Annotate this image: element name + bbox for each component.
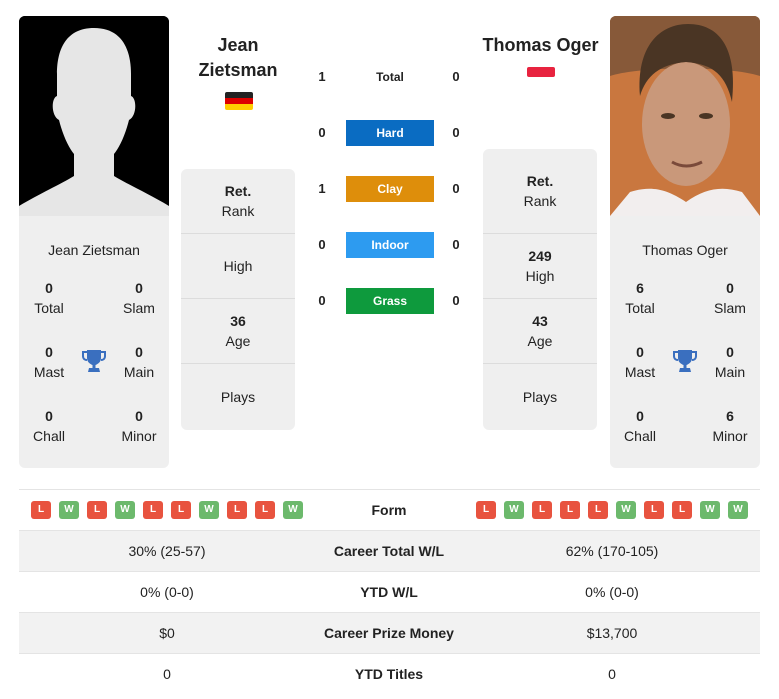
h2h-indoor-row: 0 Indoor 0 <box>300 232 480 258</box>
player1-age: 36 Age <box>181 299 295 364</box>
h2h-total-label: Total <box>376 70 404 84</box>
player1-plays: Plays <box>220 389 256 405</box>
stat-row-ytd-titles: 0 YTD Titles 0 <box>19 653 760 694</box>
form-loss-badge[interactable]: L <box>588 501 608 519</box>
h2h-hard-p2: 0 <box>452 125 460 140</box>
player2-form: LWLLLWLLWW <box>476 501 748 519</box>
player2-age: 43 Age <box>483 299 597 364</box>
form-loss-badge[interactable]: L <box>532 501 552 519</box>
player2-ytd-wl: 0% (0-0) <box>585 584 639 600</box>
trophy-icon <box>82 348 106 374</box>
form-row: LWLWLLWLLW Form LWLLLWLLWW <box>19 489 760 530</box>
form-loss-badge[interactable]: L <box>87 501 107 519</box>
player1-prize-money: $0 <box>159 625 175 641</box>
form-loss-badge[interactable]: L <box>227 501 247 519</box>
player1-titles-main: 0 Main <box>123 344 155 380</box>
player1-name[interactable]: Jean Zietsman <box>181 33 295 83</box>
h2h-grass-row: 0 Grass 0 <box>300 288 480 314</box>
surface-indoor-badge[interactable]: Indoor <box>346 232 434 258</box>
player2-name[interactable]: Thomas Oger <box>478 33 603 58</box>
player2-titles-main: 0 Main <box>714 344 746 380</box>
player2-ytd-titles: 0 <box>608 666 616 682</box>
player2-info-card: Ret. Rank 249 High 43 Age Plays <box>483 149 597 430</box>
form-win-badge[interactable]: W <box>199 501 219 519</box>
player2-career-wl: 62% (170-105) <box>565 543 659 559</box>
form-win-badge[interactable]: W <box>700 501 720 519</box>
player1-ytd-wl: 0% (0-0) <box>140 584 194 600</box>
form-loss-badge[interactable]: L <box>672 501 692 519</box>
h2h-indoor-p2: 0 <box>452 237 460 252</box>
player1-rank: Ret. Rank <box>181 169 295 234</box>
player1-info-card: Ret. Rank High 36 Age Plays <box>181 169 295 430</box>
form-loss-badge[interactable]: L <box>171 501 191 519</box>
stat-row-ytd-wl: 0% (0-0) YTD W/L 0% (0-0) <box>19 571 760 612</box>
germany-flag-icon <box>225 92 253 110</box>
player1-titles-chall: 0 Chall <box>33 408 65 444</box>
form-loss-badge[interactable]: L <box>476 501 496 519</box>
h2h-grass-p2: 0 <box>452 293 460 308</box>
player2-photo[interactable] <box>610 16 760 216</box>
form-win-badge[interactable]: W <box>728 501 748 519</box>
h2h-total-p1: 1 <box>318 69 326 84</box>
trophy-icon <box>673 348 697 374</box>
player2-plays: Plays <box>522 389 558 405</box>
player-portrait-icon <box>610 16 760 216</box>
player1-card: Jean Zietsman 0 Total 0 Slam 0 Mast 0 Main 0… <box>19 16 169 468</box>
player2-titles-chall: 0 Chall <box>624 408 656 444</box>
h2h-clay-row: 1 Clay 0 <box>300 176 480 202</box>
player2-titles-minor: 6 Minor <box>712 408 748 444</box>
form-loss-badge[interactable]: L <box>255 501 275 519</box>
stat-row-prize-money: $0 Career Prize Money $13,700 <box>19 612 760 653</box>
player1-form: LWLWLLWLLW <box>31 501 303 519</box>
h2h-indoor-p1: 0 <box>318 237 326 252</box>
h2h-hard-p1: 0 <box>318 125 326 140</box>
form-loss-badge[interactable]: L <box>143 501 163 519</box>
player2-titles-mast: 0 Mast <box>624 344 656 380</box>
player2-titles-total: 6 Total <box>625 280 655 316</box>
player2-titles-slam: 0 Slam <box>714 280 746 316</box>
h2h-total-row: 1 Total 0 <box>300 64 480 90</box>
player2-prize-money: $13,700 <box>586 625 638 641</box>
form-loss-badge[interactable]: L <box>31 501 51 519</box>
player1-high: High <box>181 234 295 299</box>
h2h-clay-p2: 0 <box>452 181 460 196</box>
player1-titles-slam: 0 Slam <box>123 280 155 316</box>
form-label: Form <box>371 502 407 518</box>
surface-hard-badge[interactable]: Hard <box>346 120 434 146</box>
player2-card-name: Thomas Oger <box>642 242 728 258</box>
monaco-flag-icon <box>527 67 555 77</box>
surface-grass-badge[interactable]: Grass <box>346 288 434 314</box>
player2-card: Thomas Oger 6 Total 0 Slam 0 Mast 0 Main 0 Ch… <box>610 16 760 468</box>
silhouette-icon <box>19 16 169 216</box>
stat-label: Career Total W/L <box>333 543 445 559</box>
stat-label: YTD W/L <box>360 584 418 600</box>
player1-photo[interactable] <box>19 16 169 216</box>
form-win-badge[interactable]: W <box>283 501 303 519</box>
form-loss-badge[interactable]: L <box>644 501 664 519</box>
form-loss-badge[interactable]: L <box>560 501 580 519</box>
h2h-total-p2: 0 <box>452 69 460 84</box>
h2h-hard-row: 0 Hard 0 <box>300 120 480 146</box>
stat-row-career-wl: 30% (25-57) Career Total W/L 62% (170-10… <box>19 530 760 571</box>
form-win-badge[interactable]: W <box>616 501 636 519</box>
player1-titles-mast: 0 Mast <box>33 344 65 380</box>
player2-high: 249 High <box>483 234 597 299</box>
h2h-grass-p1: 0 <box>318 293 326 308</box>
h2h-clay-p1: 1 <box>318 181 326 196</box>
stat-label: Career Prize Money <box>324 625 454 641</box>
player1-titles-minor: 0 Minor <box>121 408 157 444</box>
player2-rank: Ret. Rank <box>483 149 597 234</box>
player1-card-name: Jean Zietsman <box>48 242 140 258</box>
player1-ytd-titles: 0 <box>163 666 171 682</box>
stat-label: YTD Titles <box>354 666 424 682</box>
form-win-badge[interactable]: W <box>59 501 79 519</box>
surface-clay-badge[interactable]: Clay <box>346 176 434 202</box>
form-win-badge[interactable]: W <box>504 501 524 519</box>
form-win-badge[interactable]: W <box>115 501 135 519</box>
player1-titles-total: 0 Total <box>34 280 64 316</box>
player1-career-wl: 30% (25-57) <box>128 543 206 559</box>
